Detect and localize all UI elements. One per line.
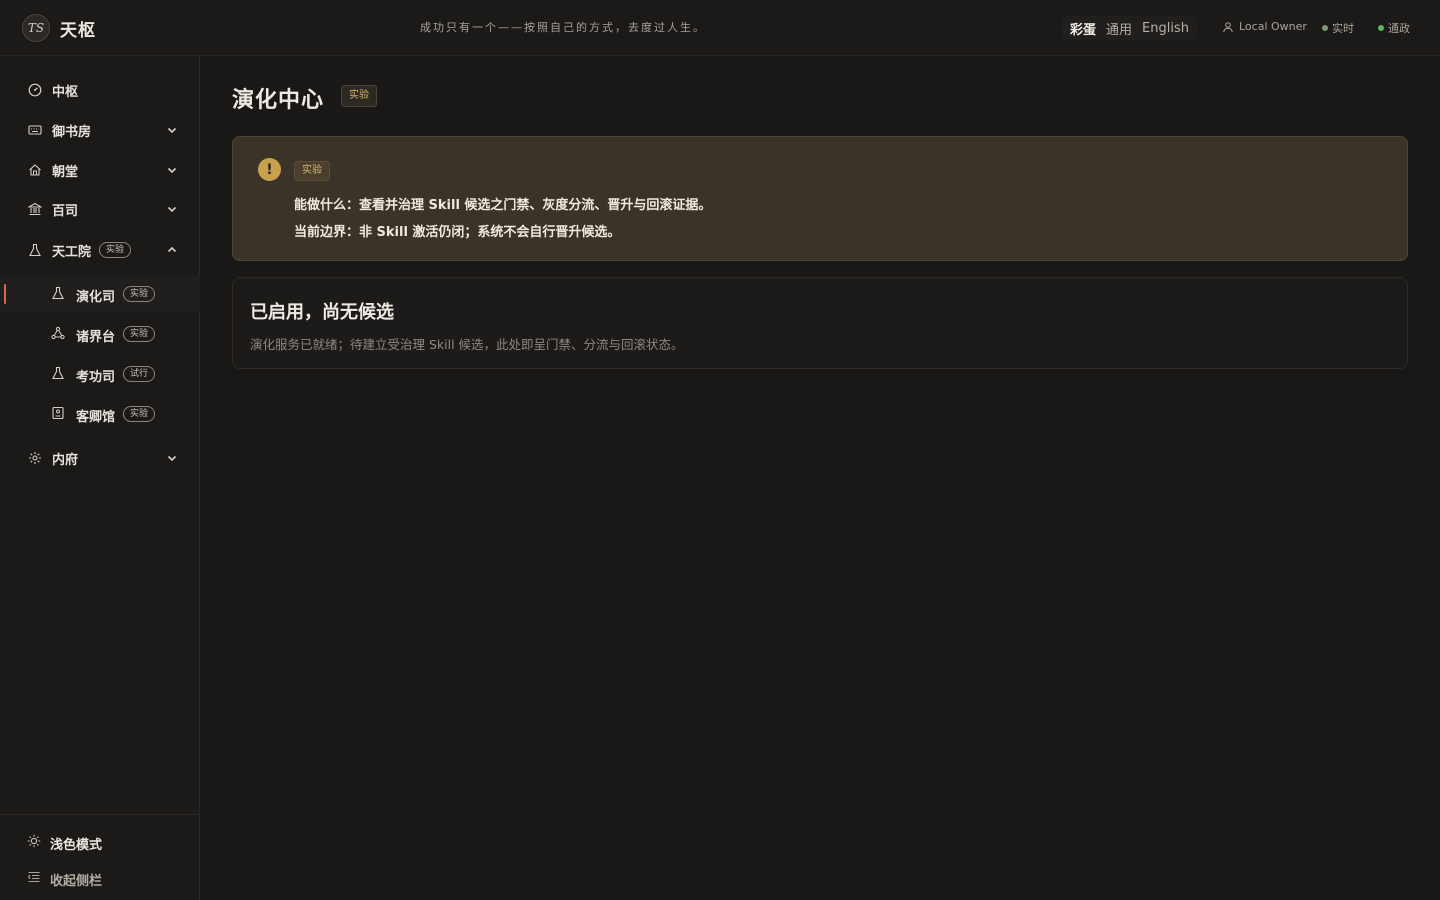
empty-state-title: 已启用，尚无候选 — [250, 302, 394, 323]
status-govern: 通政 — [1378, 20, 1410, 36]
top-bar: TS 天枢 成功只有一个——按照自己的方式，去度过人生。 彩蛋 通用 Engli… — [0, 0, 1440, 56]
sidebar-subitem-label: 客卿馆 — [76, 410, 116, 425]
empty-state-card: 已启用，尚无候选 演化服务已就绪；待建立受治理 Skill 候选，此处即呈门禁、… — [232, 277, 1408, 369]
flask-icon — [51, 286, 67, 302]
sidebar-item-academy[interactable]: 天工院 实验 — [0, 232, 200, 268]
sidebar-item-court[interactable]: 朝堂 — [0, 152, 200, 188]
flask-icon — [27, 242, 43, 258]
app-logo: TS — [22, 14, 50, 42]
collapse-icon — [27, 870, 43, 886]
sidebar-subitem-evolution[interactable]: 演化司 实验 — [0, 276, 200, 312]
theme-toggle-label: 浅色模式 — [50, 838, 103, 853]
gear-icon — [27, 450, 43, 466]
notice-boundary: 当前边界：非 Skill 激活仍闭；系统不会自行晋升候选。 — [294, 225, 621, 240]
sidebar-item-label: 朝堂 — [52, 164, 79, 180]
chevron-up-icon — [164, 242, 180, 258]
sidebar-subitem-label: 演化司 — [76, 290, 116, 305]
experimental-badge: 实验 — [294, 161, 330, 181]
id-card-icon — [51, 406, 67, 422]
sun-icon — [27, 834, 43, 850]
notice-banner: ! 实验 能做什么：查看并治理 Skill 候选之门禁、灰度分流、晋升与回滚证据… — [232, 136, 1408, 261]
active-indicator — [4, 284, 6, 304]
lang-option-english[interactable]: English — [1140, 21, 1191, 36]
sidebar-subitem-label: 诸界台 — [76, 330, 116, 345]
keyboard-icon — [27, 122, 43, 138]
collapse-sidebar-label: 收起侧栏 — [50, 874, 103, 889]
experimental-badge: 实验 — [123, 286, 156, 302]
status-realtime: 实时 — [1322, 20, 1354, 36]
experimental-badge: 实验 — [123, 406, 156, 422]
language-switcher: 彩蛋 通用 English — [1062, 16, 1197, 40]
sidebar-item-study[interactable]: 御书房 — [0, 112, 200, 148]
brand[interactable]: TS 天枢 — [22, 14, 96, 42]
user-icon — [1222, 21, 1234, 33]
home-icon — [27, 162, 43, 178]
page-title: 演化中心 — [232, 88, 325, 113]
flask-icon — [51, 366, 67, 382]
sidebar-item-internal[interactable]: 内府 — [0, 440, 200, 476]
lang-option-general[interactable]: 通用 — [1104, 19, 1134, 38]
warning-icon: ! — [258, 158, 281, 181]
sidebar-subitem-evaluation[interactable]: 考功司 试行 — [0, 356, 200, 392]
sidebar-item-hub[interactable]: 中枢 — [0, 72, 200, 108]
sidebar-footer: 浅色模式 收起侧栏 — [0, 814, 200, 889]
theme-toggle-button[interactable]: 浅色模式 — [0, 826, 200, 856]
empty-state-description: 演化服务已就绪；待建立受治理 Skill 候选，此处即呈门禁、分流与回滚状态。 — [250, 337, 684, 352]
sidebar-item-label: 天工院 — [52, 244, 92, 260]
sidebar-item-label: 中枢 — [52, 84, 79, 100]
sidebar-item-ministries[interactable]: 百司 — [0, 191, 200, 227]
experimental-badge: 实验 — [123, 326, 156, 342]
chevron-down-icon — [164, 162, 180, 178]
sidebar-subitem-guests[interactable]: 客卿馆 实验 — [0, 396, 200, 432]
chevron-down-icon — [164, 450, 180, 466]
status-dot — [1322, 25, 1328, 31]
notice-capability: 能做什么：查看并治理 Skill 候选之门禁、灰度分流、晋升与回滚证据。 — [294, 198, 712, 213]
sidebar-subitem-realms[interactable]: 诸界台 实验 — [0, 316, 200, 352]
user-menu[interactable]: Local Owner — [1222, 20, 1307, 33]
sidebar-item-label: 御书房 — [52, 124, 92, 140]
network-icon — [51, 326, 67, 342]
bank-icon — [27, 201, 43, 217]
status-realtime-label: 实时 — [1332, 22, 1354, 35]
status-govern-label: 通政 — [1388, 22, 1410, 35]
user-name: Local Owner — [1239, 20, 1307, 33]
experimental-badge: 实验 — [341, 85, 377, 107]
sidebar-item-label: 百司 — [52, 203, 79, 219]
sidebar-subitem-label: 考功司 — [76, 370, 116, 385]
chevron-down-icon — [164, 201, 180, 217]
lang-option-easter-egg[interactable]: 彩蛋 — [1068, 19, 1098, 38]
collapse-sidebar-button[interactable]: 收起侧栏 — [0, 862, 200, 892]
motto: 成功只有一个——按照自己的方式，去度过人生。 — [420, 21, 706, 34]
sidebar-item-label: 内府 — [52, 452, 79, 468]
dashboard-icon — [27, 82, 43, 98]
trial-badge: 试行 — [123, 366, 156, 382]
experimental-badge: 实验 — [99, 242, 132, 258]
chevron-down-icon — [164, 122, 180, 138]
brand-name: 天枢 — [60, 20, 96, 41]
status-dot — [1378, 25, 1384, 31]
sidebar: 中枢 御书房 朝堂 百司 天工院 实验 演化司 实验 诸界台 实验 考功司 试行… — [0, 56, 200, 900]
